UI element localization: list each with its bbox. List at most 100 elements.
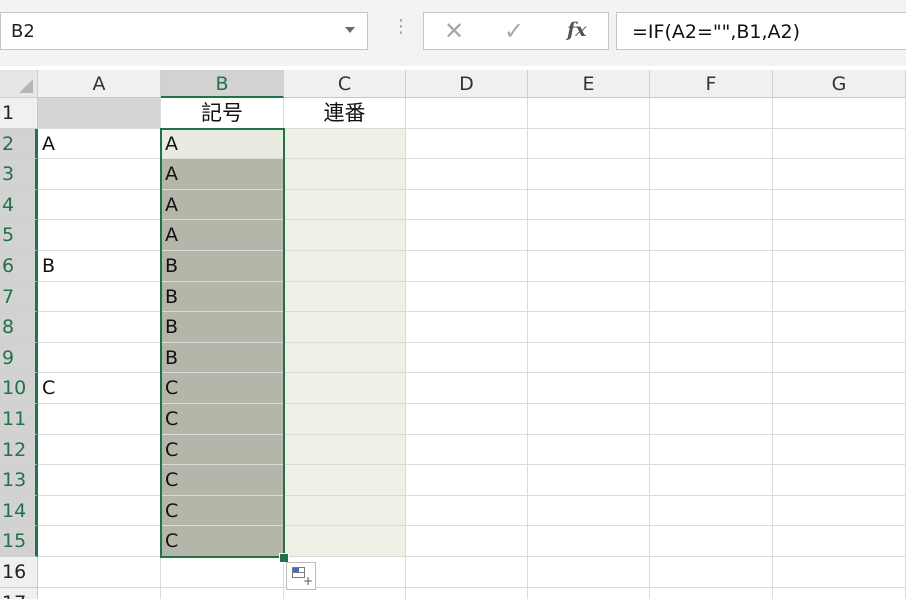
cell-e2[interactable] (528, 128, 650, 160)
cell-f8[interactable] (650, 312, 773, 343)
cell-f11[interactable] (650, 404, 773, 435)
row-header[interactable]: 6 (0, 251, 38, 282)
cell-f12[interactable] (650, 434, 773, 466)
cell-c6[interactable] (284, 251, 406, 282)
insert-function-icon[interactable]: fx (567, 19, 587, 41)
cell-e5[interactable] (528, 220, 650, 251)
cell-e12[interactable] (528, 434, 650, 466)
cell-f15[interactable] (650, 526, 773, 557)
cell-g14[interactable] (773, 495, 906, 527)
cell-g11[interactable] (773, 404, 906, 435)
cell-g1[interactable] (773, 98, 906, 129)
cell-d1[interactable] (406, 98, 528, 129)
cell-b9[interactable]: B (161, 342, 284, 374)
row-header[interactable]: 5 (0, 220, 38, 251)
cell-e13[interactable] (528, 465, 650, 496)
cell-g4[interactable] (773, 189, 906, 221)
cell-e17[interactable] (528, 587, 650, 599)
cancel-icon[interactable]: ✕ (444, 17, 464, 45)
row-header[interactable]: 14 (0, 495, 38, 527)
cell-e15[interactable] (528, 526, 650, 557)
cell-b17[interactable] (161, 587, 284, 599)
cell-b6[interactable]: B (161, 251, 284, 282)
cell-a1[interactable] (38, 98, 161, 129)
cell-d7[interactable] (406, 281, 528, 313)
cell-c5[interactable] (284, 220, 406, 251)
cell-d5[interactable] (406, 220, 528, 251)
formula-bar-grip-icon[interactable]: ⋮ (392, 18, 410, 36)
autofill-options-button[interactable]: + (286, 562, 316, 590)
cell-a5[interactable] (38, 220, 161, 251)
select-all-button[interactable] (0, 70, 38, 98)
cell-a16[interactable] (38, 557, 161, 588)
cell-c15[interactable] (284, 526, 406, 557)
cell-e3[interactable] (528, 159, 650, 190)
cell-b10[interactable]: C (161, 373, 284, 404)
cell-a8[interactable] (38, 312, 161, 343)
cell-e1[interactable] (528, 98, 650, 129)
cell-d15[interactable] (406, 526, 528, 557)
cell-b11[interactable]: C (161, 404, 284, 435)
formula-input[interactable]: =IF(A2="",B1,A2) (616, 12, 906, 50)
cell-a17[interactable] (38, 587, 161, 599)
cell-c10[interactable] (284, 373, 406, 404)
cell-a13[interactable] (38, 465, 161, 496)
cell-b7[interactable]: B (161, 281, 284, 313)
cell-a10[interactable]: C (38, 373, 161, 404)
cell-c14[interactable] (284, 495, 406, 527)
cell-e10[interactable] (528, 373, 650, 404)
column-header-b[interactable]: B (161, 70, 284, 98)
row-header[interactable]: 1 (0, 98, 38, 129)
row-header[interactable]: 4 (0, 189, 38, 221)
cell-c4[interactable] (284, 189, 406, 221)
cell-c2[interactable] (284, 128, 406, 160)
row-header[interactable]: 12 (0, 434, 38, 466)
row-header[interactable]: 8 (0, 312, 38, 343)
cell-g13[interactable] (773, 465, 906, 496)
cell-b15[interactable]: C (161, 526, 284, 557)
cell-d3[interactable] (406, 159, 528, 190)
column-header-d[interactable]: D (406, 70, 528, 98)
cell-c9[interactable] (284, 342, 406, 374)
cell-d10[interactable] (406, 373, 528, 404)
cell-b12[interactable]: C (161, 434, 284, 466)
cell-e7[interactable] (528, 281, 650, 313)
row-header[interactable]: 3 (0, 159, 38, 190)
row-header[interactable]: 7 (0, 281, 38, 313)
cell-b3[interactable]: A (161, 159, 284, 190)
cell-b16[interactable] (161, 557, 284, 588)
cell-c8[interactable] (284, 312, 406, 343)
cell-a12[interactable] (38, 434, 161, 466)
cell-b13[interactable]: C (161, 465, 284, 496)
cell-a6[interactable]: B (38, 251, 161, 282)
cell-a7[interactable] (38, 281, 161, 313)
cell-g9[interactable] (773, 342, 906, 374)
cell-g16[interactable] (773, 557, 906, 588)
cell-a2[interactable]: A (38, 128, 161, 160)
cell-g12[interactable] (773, 434, 906, 466)
cell-g10[interactable] (773, 373, 906, 404)
cell-b14[interactable]: C (161, 495, 284, 527)
cell-f3[interactable] (650, 159, 773, 190)
cell-f10[interactable] (650, 373, 773, 404)
cell-f16[interactable] (650, 557, 773, 588)
cell-e14[interactable] (528, 495, 650, 527)
cell-f5[interactable] (650, 220, 773, 251)
row-header[interactable]: 15 (0, 526, 38, 557)
cell-c1[interactable]: 連番 (284, 98, 406, 129)
cell-d14[interactable] (406, 495, 528, 527)
cell-f1[interactable] (650, 98, 773, 129)
cell-a3[interactable] (38, 159, 161, 190)
row-header[interactable]: 9 (0, 342, 38, 374)
cell-e16[interactable] (528, 557, 650, 588)
cell-g7[interactable] (773, 281, 906, 313)
column-header-a[interactable]: A (38, 70, 161, 98)
cell-e6[interactable] (528, 251, 650, 282)
cell-b8[interactable]: B (161, 312, 284, 343)
cell-d13[interactable] (406, 465, 528, 496)
cell-a14[interactable] (38, 495, 161, 527)
cell-e4[interactable] (528, 189, 650, 221)
cell-c13[interactable] (284, 465, 406, 496)
column-header-f[interactable]: F (650, 70, 773, 98)
cell-f7[interactable] (650, 281, 773, 313)
